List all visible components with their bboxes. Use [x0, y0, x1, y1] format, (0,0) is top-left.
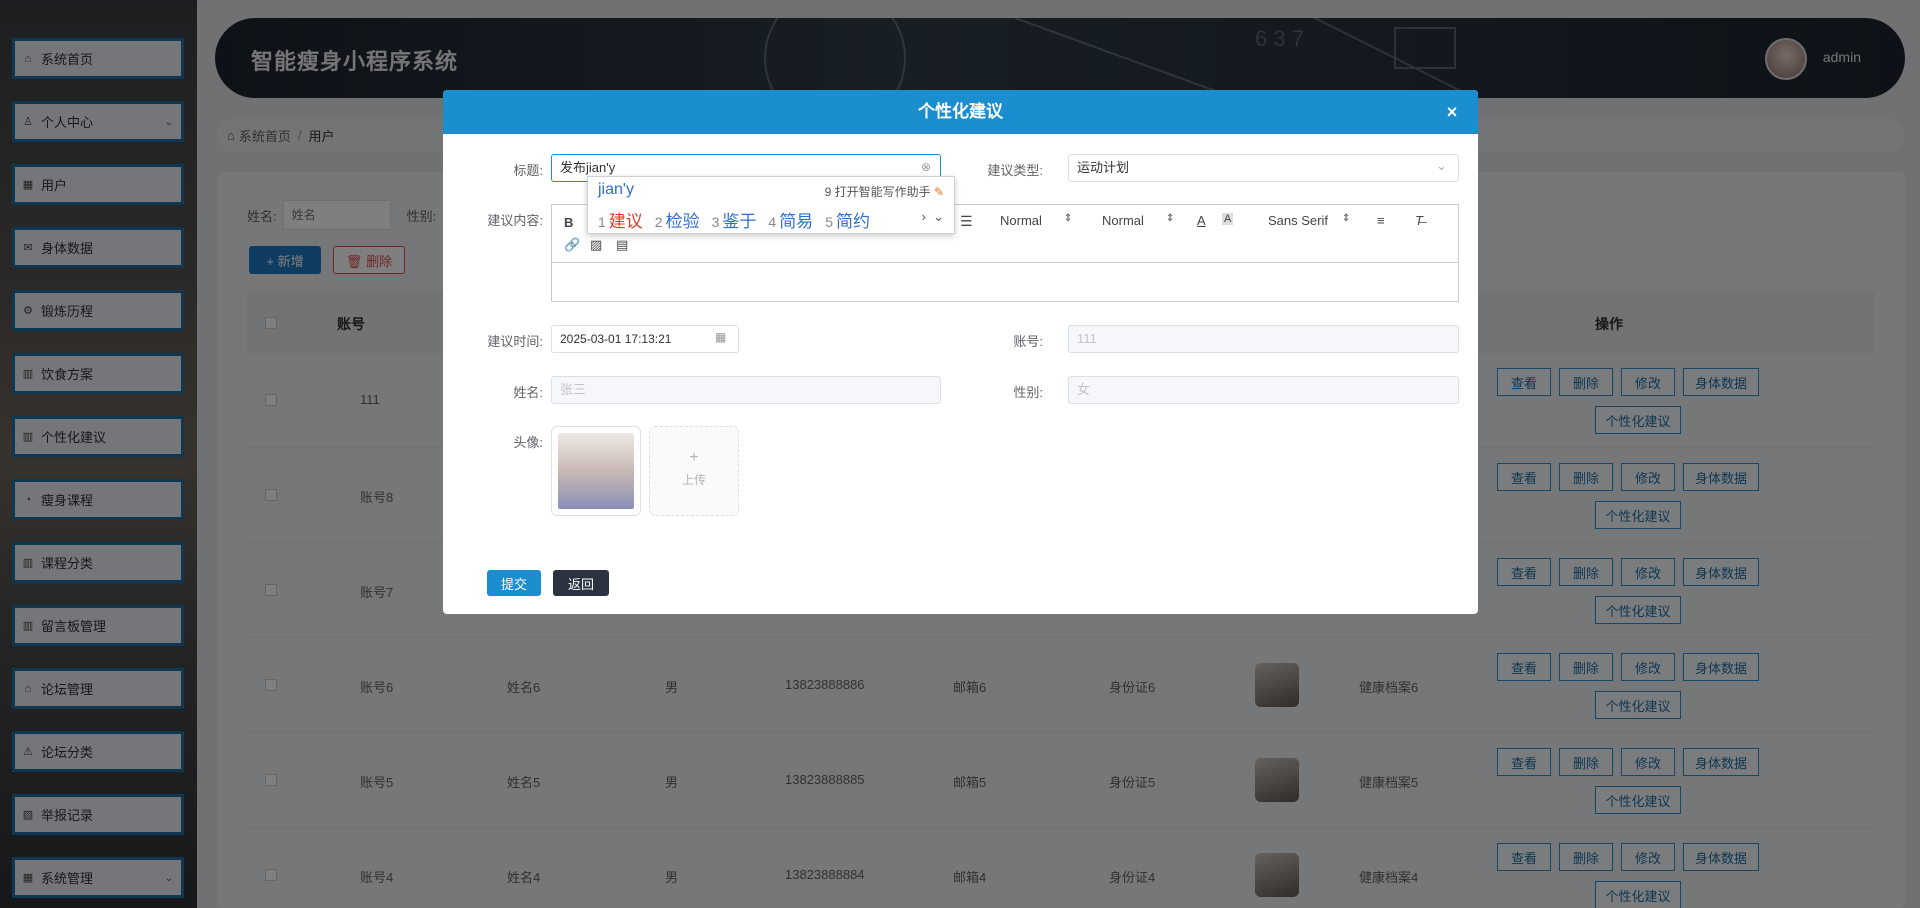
ime-assistant-hint[interactable]: 9 打开智能写作助手 ✎ [825, 183, 944, 200]
ime-candidate-text: 简约 [835, 212, 870, 231]
time-label: 建议时间: [487, 334, 543, 349]
ime-candidate-number: 4 [768, 214, 777, 230]
image-icon[interactable]: ▨ [590, 237, 602, 253]
gender-input: 女 [1068, 376, 1459, 404]
content-label: 建议内容: [487, 213, 543, 228]
clear-icon[interactable]: ⊗ [921, 160, 931, 174]
ime-candidate[interactable]: 1 建议 [598, 212, 643, 231]
ime-candidate[interactable]: 2 检验 [655, 212, 700, 231]
avatar-photo [558, 433, 634, 509]
close-icon[interactable]: × [1442, 102, 1462, 122]
ime-assistant-hint-text: 9 打开智能写作助手 [824, 185, 931, 199]
size-select-1[interactable]: Normal [1000, 213, 1042, 228]
calendar-icon[interactable]: ▦ [715, 330, 726, 344]
ime-candidate-popup: jian'y 9 打开智能写作助手 ✎ 1 建议 2 检验 3 鉴于 4 简易 5 简约 › ⌄ [587, 176, 955, 234]
type-label: 建议类型: [987, 163, 1043, 178]
size-select-1-arrow-icon: ⇕ [1064, 213, 1073, 224]
plus-icon: + [689, 449, 699, 466]
avatar-label: 头像: [513, 435, 543, 450]
ime-candidates: 1 建议 2 检验 3 鉴于 4 简易 5 简约 [598, 207, 882, 232]
ime-candidate[interactable]: 4 简易 [768, 212, 813, 231]
ime-next-icon[interactable]: › [922, 209, 926, 224]
avatar-thumbnail[interactable] [551, 426, 641, 516]
advice-dialog: 个性化建议 × 标题: 发布jian'y ⊗ 建议类型: 运动计划 ⌄ 建议内容… [443, 90, 1478, 614]
upload-label: 上传 [681, 473, 706, 487]
account-input: 111 [1068, 325, 1459, 353]
ime-candidate-number: 3 [711, 214, 720, 230]
ime-candidate-text: 建议 [608, 212, 643, 231]
ime-candidate[interactable]: 5 简约 [825, 212, 870, 231]
submit-button[interactable]: 提交 [487, 570, 541, 596]
size-select-2[interactable]: Normal [1102, 213, 1144, 228]
ime-expand-icon[interactable]: ⌄ [933, 209, 944, 225]
gender-label: 性别: [1013, 385, 1043, 400]
ime-candidate-text: 简易 [779, 212, 814, 231]
dialog-title: 个性化建议 [918, 102, 1003, 121]
ime-pinyin: jian'y [598, 181, 634, 198]
font-color-icon[interactable]: A [1197, 213, 1206, 228]
ime-candidate-number: 1 [598, 214, 606, 230]
video-icon[interactable]: ▤ [616, 237, 628, 253]
name-input: 张三 [551, 376, 941, 404]
chevron-down-icon: ⌄ [1436, 158, 1447, 173]
ime-candidate-text: 鉴于 [722, 212, 757, 231]
time-picker[interactable]: 2025-03-01 17:13:21 [551, 325, 739, 353]
dialog-header: 个性化建议 × [443, 90, 1478, 134]
font-select[interactable]: Sans Serif [1268, 213, 1328, 228]
indent-icon[interactable]: ☰ [960, 213, 973, 230]
link-icon[interactable]: 🔗 [564, 237, 580, 253]
clear-format-icon[interactable]: T̶ [1415, 213, 1423, 228]
bold-button[interactable]: B [564, 215, 573, 230]
ime-candidate-number: 5 [825, 214, 833, 230]
title-label: 标题: [513, 163, 543, 178]
back-button[interactable]: 返回 [553, 570, 609, 596]
font-select-arrow-icon: ⇕ [1342, 213, 1351, 224]
name-label: 姓名: [513, 385, 543, 400]
assistant-icon: ✎ [933, 185, 944, 199]
ime-candidate[interactable]: 3 鉴于 [712, 212, 757, 231]
size-select-2-arrow-icon: ⇕ [1166, 213, 1175, 224]
align-icon[interactable]: ≡ [1377, 213, 1385, 228]
upload-button[interactable]: + 上传 [649, 426, 739, 516]
background-color-icon[interactable]: A [1222, 213, 1234, 225]
account-label: 账号: [1013, 334, 1043, 349]
ime-candidate-text: 检验 [665, 212, 700, 231]
ime-candidate-number: 2 [654, 214, 663, 230]
type-select[interactable]: 运动计划 [1068, 154, 1459, 182]
